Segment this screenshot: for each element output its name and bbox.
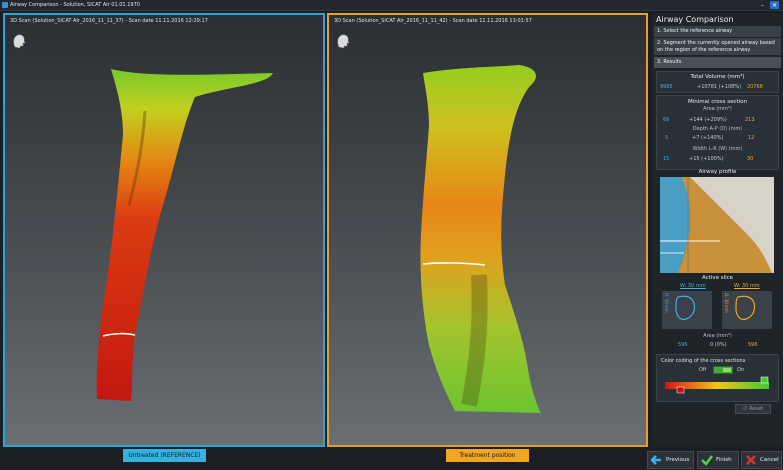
arrow-left-icon — [650, 453, 664, 467]
depth-ref: 5 — [665, 135, 669, 141]
reference-viewport[interactable]: 3D Scan (Solution_SICAT Air_2016_11_11_3… — [3, 13, 325, 447]
area-diff: +144 (+209%) — [689, 117, 727, 123]
area-label: Area (mm²) — [703, 106, 732, 112]
active-slice-view: W: 30 mm W: 30 mm D: 30 mm D: 30 mm — [656, 283, 779, 331]
slice-depth-ref: D: 30 mm — [664, 293, 669, 313]
area-ref: 69 — [663, 117, 670, 123]
reset-label: Reset — [749, 406, 764, 412]
total-volume-label: Total Volume (mm³) — [690, 74, 745, 80]
slice-area-cur: 596 — [748, 342, 758, 348]
depth-diff: +7 (+140%) — [692, 135, 724, 141]
slice-depth-cur: D: 30 mm — [724, 293, 729, 313]
cancel-button[interactable]: Cancel — [741, 451, 782, 469]
width-diff: +15 (+100%) — [689, 156, 724, 162]
color-coding-toggle[interactable] — [713, 366, 733, 374]
airway-profile-chart[interactable] — [660, 177, 774, 273]
close-button[interactable]: ✕ — [770, 1, 779, 9]
reset-icon: ↺ — [742, 406, 748, 412]
reference-label: Untreated (REFERENCE) — [123, 449, 206, 462]
active-slice-label: Active slice — [701, 275, 734, 281]
previous-label: Previous — [666, 457, 690, 463]
total-volume-cur: 20766 — [747, 84, 763, 90]
finish-label: Finish — [716, 457, 732, 463]
step-select-reference[interactable]: 1. Select the reference airway — [654, 26, 781, 37]
app-icon — [2, 2, 8, 8]
toggle-on-label: On — [737, 367, 745, 373]
finish-button[interactable]: Finish — [697, 451, 739, 469]
step-results[interactable]: 3. Results — [654, 57, 781, 68]
total-volume-diff: +10781 (+108%) — [697, 84, 742, 90]
treatment-viewport[interactable]: 3D Scan (Solution_SICAT Air_2016_11_11_4… — [327, 13, 648, 447]
minimal-cross-section-box: Minimal cross section Area (mm²) 69 +144… — [656, 95, 779, 170]
slice-area-diff: 0 (0%) — [710, 342, 727, 348]
color-coding-label: Color coding of the cross sections — [661, 358, 746, 364]
airway-profile-label: Airway profile — [698, 169, 737, 175]
depth-cur: 12 — [748, 135, 755, 141]
depth-label: Depth A-P (D) (mm) — [692, 126, 743, 132]
minimize-button[interactable]: – — [758, 1, 767, 9]
toggle-knob[interactable] — [723, 368, 731, 372]
treatment-profile — [678, 177, 772, 273]
max-handle[interactable] — [760, 376, 769, 384]
total-volume-box: Total Volume (mm³) 9985 +10781 (+108%) 2… — [656, 71, 779, 93]
color-range-slider[interactable] — [657, 376, 780, 398]
treatment-scan-header: 3D Scan (Solution_SICAT Air_2016_11_11_4… — [334, 18, 532, 24]
treatment-airway-model[interactable] — [329, 15, 646, 445]
reset-button[interactable]: ↺ Reset — [735, 404, 771, 414]
minimal-cross-section-label: Minimal cross section — [687, 99, 748, 105]
total-volume-ref: 9985 — [660, 84, 673, 90]
head-orientation-icon[interactable] — [12, 33, 26, 49]
panel-title: Airway Comparison — [656, 15, 734, 24]
width-cur: 30 — [747, 156, 754, 162]
title-bar: Airway Comparison - Solution, SICAT Air … — [0, 0, 783, 11]
reference-airway-model[interactable] — [5, 15, 323, 445]
previous-button[interactable]: Previous — [647, 451, 694, 469]
min-handle[interactable] — [676, 386, 685, 394]
width-label: Width L-R (W) (mm) — [692, 146, 743, 152]
step-segment-airway[interactable]: 2. Segment the currently opened airway b… — [654, 38, 781, 55]
slice-area-ref: 596 — [678, 342, 688, 348]
cancel-label: Cancel — [760, 457, 779, 463]
window-title: Airway Comparison - Solution, SICAT Air … — [10, 2, 140, 8]
treatment-label: Treatment position — [446, 449, 529, 462]
slice-area-label: Area (mm²) — [703, 333, 732, 339]
airway-comparison-panel: Airway Comparison 1. Select the referenc… — [652, 13, 783, 447]
reference-scan-header: 3D Scan (Solution_SICAT Air_2016_11_11_3… — [10, 18, 208, 24]
checkmark-icon — [700, 453, 714, 467]
width-ref: 15 — [663, 156, 670, 162]
head-orientation-icon[interactable] — [336, 33, 350, 49]
area-cur: 213 — [745, 117, 755, 123]
toggle-off-label: Off — [699, 367, 707, 373]
color-coding-box: Color coding of the cross sections Off O… — [656, 354, 779, 402]
cancel-x-icon — [744, 453, 758, 467]
